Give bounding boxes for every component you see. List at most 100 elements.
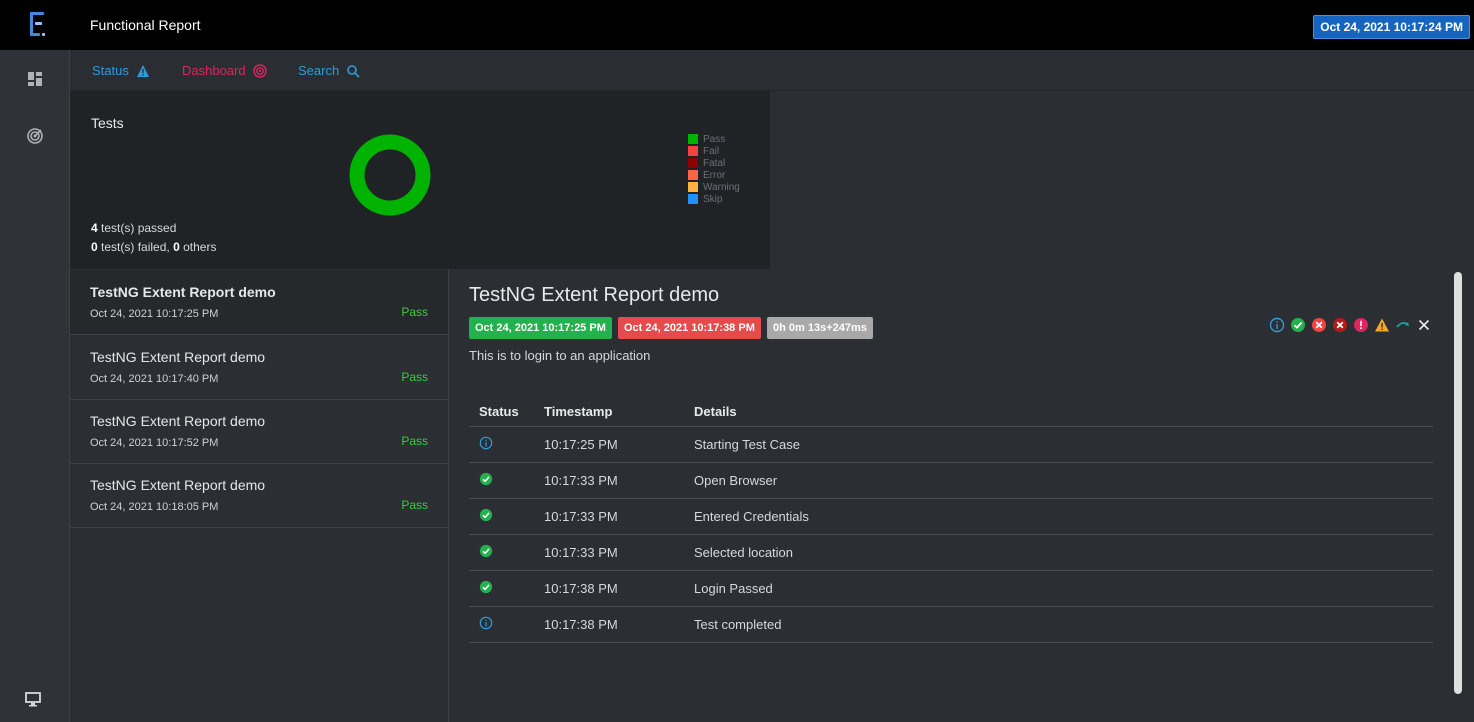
legend-swatch (688, 170, 698, 180)
legend-label: Fatal (703, 157, 726, 169)
legend-label: Error (703, 169, 726, 181)
column-header-status: Status (469, 396, 534, 427)
log-timestamp: 10:17:25 PM (534, 426, 684, 463)
pass-filter-icon[interactable] (1290, 317, 1306, 333)
legend-swatch (688, 134, 698, 144)
duration-badge: 0h 0m 13s+247ms (767, 317, 873, 339)
log-table-header: Status Timestamp Details (469, 396, 1433, 427)
pass-icon (479, 472, 493, 486)
legend-label: Skip (703, 193, 723, 205)
detail-title: TestNG Extent Report demo (469, 284, 720, 306)
extent-logo-icon[interactable] (26, 10, 48, 38)
legend-swatch (688, 182, 698, 192)
legend-swatch (688, 194, 698, 204)
tests-card-title: Tests (91, 115, 124, 131)
test-date: Oct 24, 2021 10:18:05 PM (90, 501, 219, 513)
failed-summary: 0 test(s) failed, 0 others (91, 240, 216, 254)
left-nav (0, 50, 70, 722)
warning-filter-icon[interactable] (1374, 317, 1390, 333)
legend-label: Fail (703, 145, 720, 157)
test-list-item[interactable]: TestNG Extent Report demo Oct 24, 2021 1… (70, 399, 448, 464)
test-description: This is to login to an application (469, 348, 651, 363)
info-icon (479, 436, 493, 450)
log-timestamp: 10:17:33 PM (534, 462, 684, 499)
tests-summary-card: Tests Pass Fail Fatal Error Warning Skip 4 te… (70, 91, 770, 269)
donut-slice-pass (349, 134, 431, 216)
test-date: Oct 24, 2021 10:17:52 PM (90, 437, 219, 449)
radar-icon (252, 63, 267, 78)
scrollbar-thumb[interactable] (1454, 272, 1462, 694)
log-details: Test completed (684, 606, 1433, 643)
tab-bar: Status Dashboard Search (70, 50, 1474, 91)
test-name: TestNG Extent Report demo (90, 477, 266, 493)
pass-icon (479, 508, 493, 522)
test-status: Pass (401, 370, 428, 384)
passed-summary: 4 test(s) passed (91, 221, 176, 235)
skip-filter-icon[interactable] (1395, 317, 1411, 333)
error-filter-icon[interactable] (1353, 317, 1369, 333)
test-status: Pass (401, 498, 428, 512)
others-text: others (183, 240, 217, 254)
status-filter-icons (1269, 317, 1432, 333)
legend-item[interactable]: Skip (688, 193, 740, 205)
log-status-cell (469, 534, 534, 571)
test-list-item[interactable]: TestNG Extent Report demo Oct 24, 2021 1… (70, 463, 448, 528)
log-timestamp: 10:17:38 PM (534, 606, 684, 643)
legend-item[interactable]: Fatal (688, 157, 740, 169)
tab-dashboard-label: Dashboard (182, 63, 246, 78)
legend-item[interactable]: Warning (688, 181, 740, 193)
legend-item[interactable]: Fail (688, 145, 740, 157)
legend-item[interactable]: Error (688, 169, 740, 181)
test-list-item[interactable]: TestNG Extent Report demo Oct 24, 2021 1… (70, 335, 448, 400)
tests-donut-chart (349, 134, 431, 216)
start-time-badge: Oct 24, 2021 10:17:25 PM (469, 317, 612, 339)
test-date: Oct 24, 2021 10:17:25 PM (90, 308, 219, 320)
info-filter-icon[interactable] (1269, 317, 1285, 333)
pass-icon (479, 580, 493, 594)
fatal-filter-icon[interactable] (1332, 317, 1348, 333)
legend-label: Pass (703, 133, 726, 145)
end-time-badge: Oct 24, 2021 10:17:38 PM (618, 317, 761, 339)
legend-label: Warning (703, 181, 740, 193)
report-date-badge: Oct 24, 2021 10:17:24 PM (1313, 15, 1470, 39)
log-status-cell (469, 426, 534, 463)
column-header-timestamp: Timestamp (534, 396, 684, 427)
search-icon (347, 64, 360, 78)
info-icon (479, 616, 493, 630)
log-row: 10:17:38 PM Login Passed (469, 570, 1433, 607)
log-row: 10:17:38 PM Test completed (469, 606, 1433, 643)
close-icon[interactable] (1416, 317, 1432, 333)
tab-search-label: Search (298, 63, 340, 78)
radar-icon[interactable] (26, 127, 44, 145)
tab-status[interactable]: Status (92, 63, 150, 78)
legend-swatch (688, 158, 698, 168)
fail-filter-icon[interactable] (1311, 317, 1327, 333)
log-timestamp: 10:17:38 PM (534, 570, 684, 607)
warning-icon (136, 64, 149, 77)
legend-swatch (688, 146, 698, 156)
test-list: TestNG Extent Report demo Oct 24, 2021 1… (70, 270, 449, 722)
log-details: Starting Test Case (684, 426, 1433, 463)
column-header-details: Details (684, 396, 1433, 427)
others-count: 0 (173, 240, 180, 254)
test-list-item[interactable]: TestNG Extent Report demo Oct 24, 2021 1… (70, 270, 448, 335)
log-status-cell (469, 570, 534, 607)
legend-item[interactable]: Pass (688, 133, 740, 145)
test-status: Pass (401, 434, 428, 448)
log-row: 10:17:25 PM Starting Test Case (469, 426, 1433, 463)
log-details: Selected location (684, 534, 1433, 571)
log-table: Status Timestamp Details 10:17:25 PM Star… (469, 396, 1433, 643)
log-details: Login Passed (684, 570, 1433, 607)
failed-count: 0 (91, 240, 98, 254)
log-row: 10:17:33 PM Open Browser (469, 462, 1433, 499)
log-details: Open Browser (684, 462, 1433, 499)
tab-dashboard[interactable]: Dashboard (182, 63, 267, 78)
top-bar: Functional Report Oct 24, 2021 10:17:24 … (0, 0, 1474, 50)
failed-text: test(s) failed, (101, 240, 170, 254)
test-name: TestNG Extent Report demo (90, 349, 266, 365)
tab-search[interactable]: Search (298, 63, 360, 78)
monitor-icon[interactable] (24, 690, 42, 708)
grid-icon[interactable] (26, 70, 44, 88)
tab-status-label: Status (92, 63, 129, 78)
app-title: Functional Report (90, 17, 201, 33)
